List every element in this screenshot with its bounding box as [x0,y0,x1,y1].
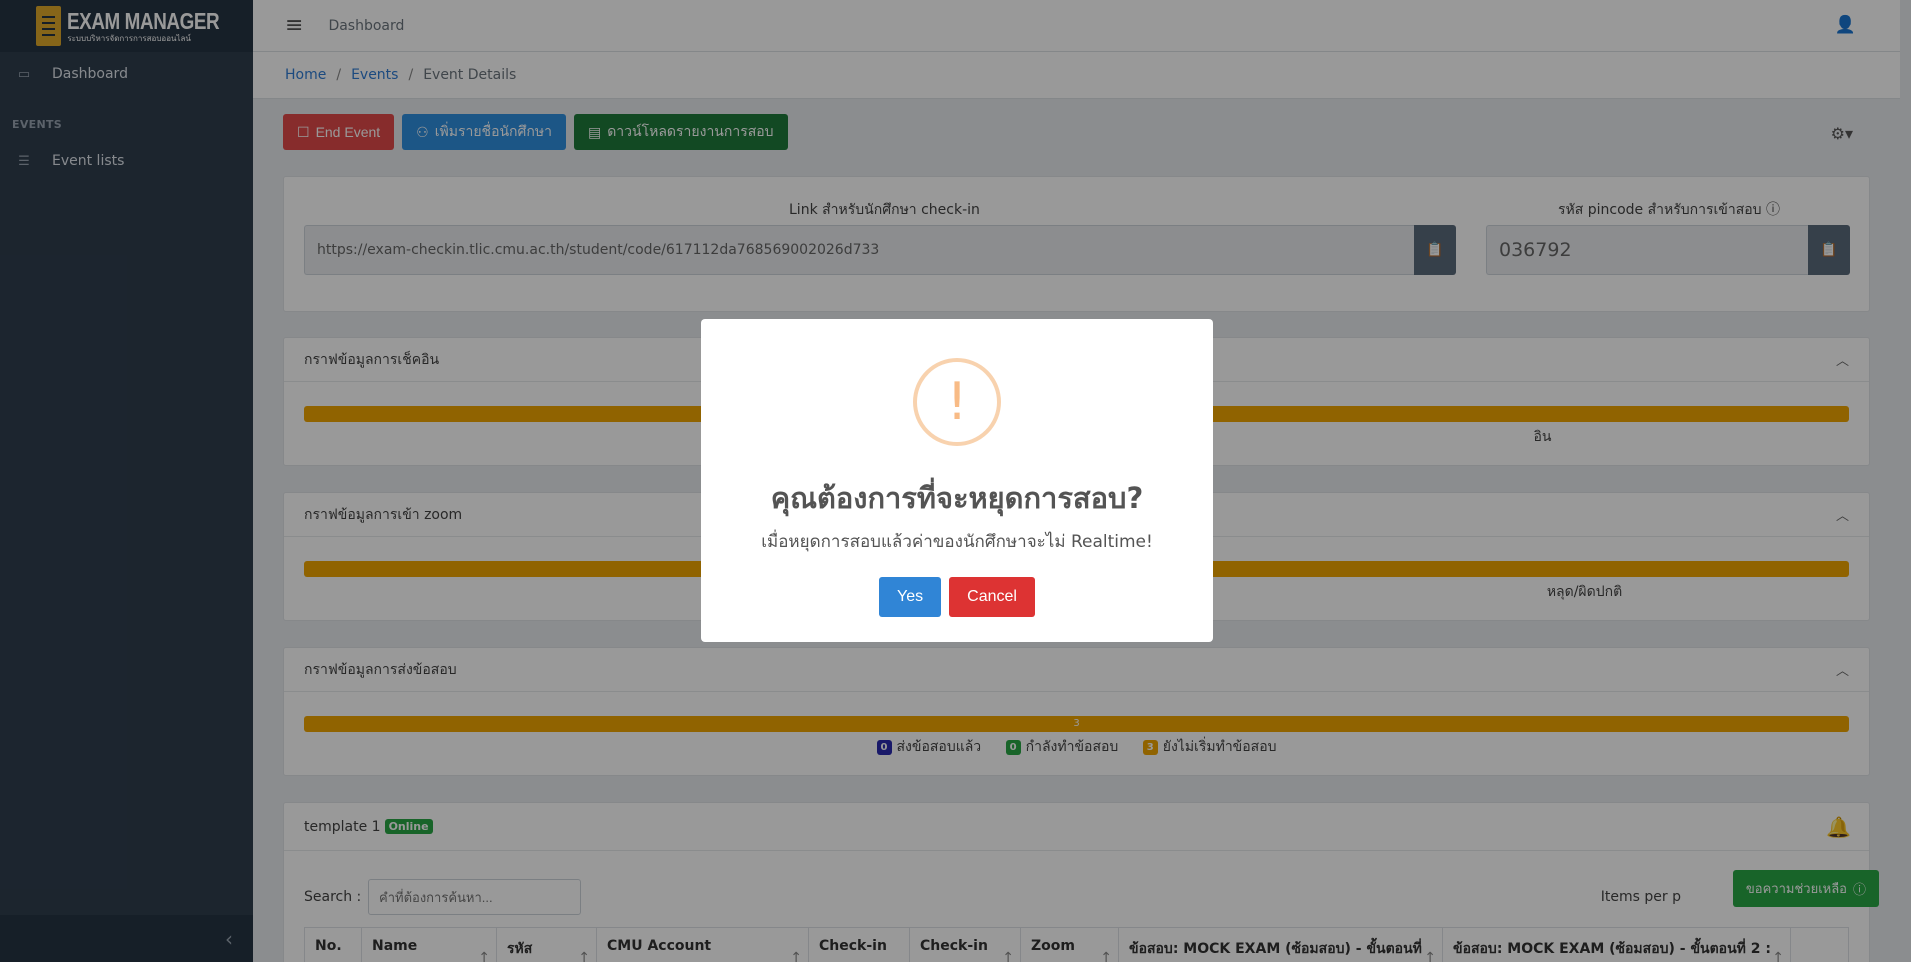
warning-icon: ! [913,358,1001,446]
cancel-button[interactable]: Cancel [949,577,1035,617]
dialog-title: คุณต้องการที่จะหยุดการสอบ? [770,481,1144,515]
dialog-message: เมื่อหยุดการสอบแล้วค่าของนักศึกษาจะไม่ R… [761,532,1153,552]
confirm-yes-button[interactable]: Yes [879,577,942,617]
confirm-end-exam-dialog: ! คุณต้องการที่จะหยุดการสอบ? เมื่อหยุดกา… [701,319,1213,642]
